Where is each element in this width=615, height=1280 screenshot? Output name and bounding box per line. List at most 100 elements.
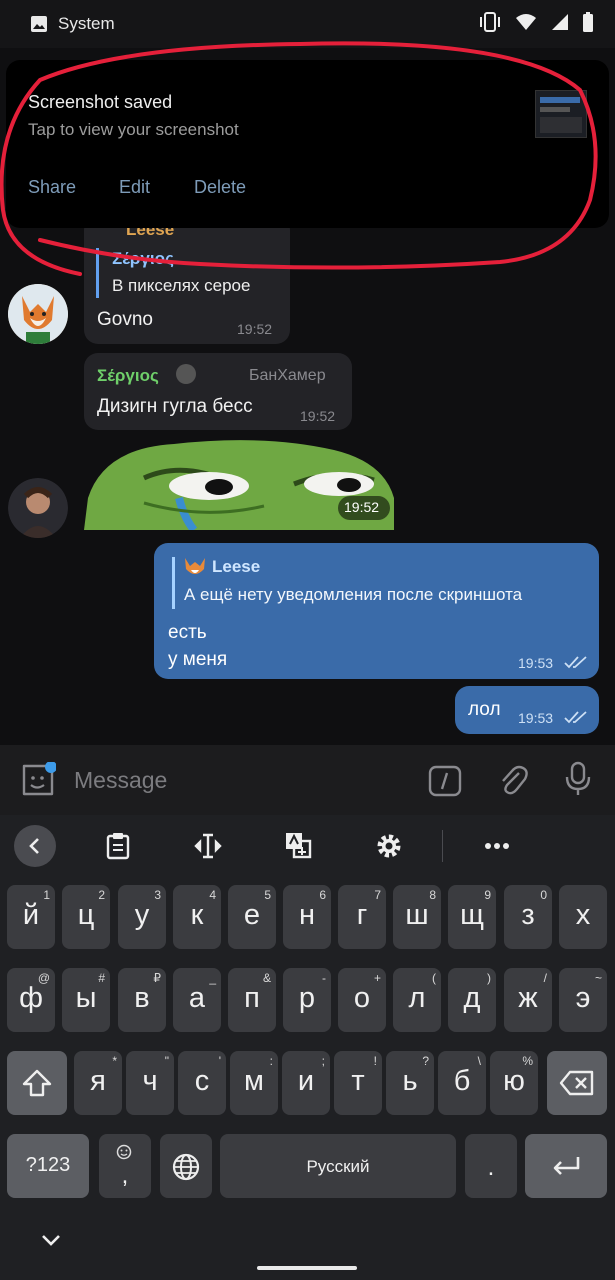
shift-icon <box>22 1069 52 1097</box>
chevron-down-icon[interactable] <box>40 1233 62 1247</box>
share-button[interactable]: Share <box>28 177 76 198</box>
backspace-key[interactable] <box>547 1051 607 1115</box>
battery-icon <box>583 12 593 32</box>
key-э[interactable]: э ~ <box>559 968 607 1032</box>
collapse-toolbar-button[interactable] <box>14 825 56 867</box>
edit-button[interactable]: Edit <box>119 177 150 198</box>
backspace-icon <box>559 1070 594 1096</box>
vibrate-icon <box>480 12 500 32</box>
key-ч[interactable]: ч " <box>126 1051 174 1115</box>
key-н[interactable]: н6 <box>283 885 331 949</box>
message-time: 19:52 <box>300 408 336 424</box>
avatar[interactable] <box>8 284 68 344</box>
enter-icon <box>553 1157 580 1175</box>
keyboard-toolbar <box>0 815 615 877</box>
reply-bar <box>172 557 175 609</box>
symbols-key[interactable]: ?123 <box>7 1134 89 1198</box>
key-я[interactable]: я * <box>74 1051 122 1115</box>
message-time: 19:52 <box>237 321 273 337</box>
message-text: Дизигн гугла бесс <box>97 396 253 417</box>
attach-icon[interactable] <box>497 763 529 797</box>
fox-emoji-icon <box>184 557 206 577</box>
key-ю[interactable]: ю% <box>490 1051 538 1115</box>
keyboard[interactable]: й1 ц2 у3 к4 е5 н6 г7 ш8 щ9 з0 х ф @ ы # в ₽… <box>0 815 615 1280</box>
message-bubble-outgoing[interactable]: лол 19:53 <box>455 686 599 734</box>
key-л[interactable]: л( <box>393 968 441 1032</box>
emoji-icon <box>116 1144 132 1160</box>
key-м[interactable]: м: <box>230 1051 278 1115</box>
message-text-line2: у меня <box>168 649 228 670</box>
message-bubble-outgoing[interactable]: Leese А ещё нету уведомления после скрин… <box>154 543 599 679</box>
status-bar: System <box>0 0 615 48</box>
key-у[interactable]: у3 <box>118 885 166 949</box>
enter-key[interactable] <box>525 1134 607 1198</box>
message-text-line1: есть <box>168 622 207 643</box>
key-б[interactable]: б \ <box>438 1051 486 1115</box>
translate-icon[interactable] <box>284 831 312 859</box>
reply-bar <box>96 248 99 298</box>
message-bubble[interactable]: Leese Σέργιος В пикселях серое Govno 19:… <box>84 216 290 344</box>
key-й[interactable]: й1 <box>7 885 55 949</box>
sticker-emoji-icon[interactable] <box>20 762 56 798</box>
key-р[interactable]: р- <box>283 968 331 1032</box>
key-ш[interactable]: ш8 <box>393 885 441 949</box>
language-key[interactable] <box>160 1134 212 1198</box>
sticker[interactable]: 19:52 <box>84 438 394 530</box>
key-щ[interactable]: щ9 <box>448 885 496 949</box>
microphone-icon[interactable] <box>565 761 591 797</box>
message-time: 19:52 <box>344 499 380 515</box>
clipboard-icon[interactable] <box>106 832 130 860</box>
bot-command-icon[interactable] <box>428 765 462 797</box>
sender-name: Σέργιος <box>97 366 159 385</box>
key-т[interactable]: т! <box>334 1051 382 1115</box>
period-key[interactable]: . <box>465 1134 517 1198</box>
key-д[interactable]: д) <box>448 968 496 1032</box>
key-ы[interactable]: ы # <box>62 968 110 1032</box>
reply-name: Leese <box>212 557 261 576</box>
key-в[interactable]: в ₽ <box>118 968 166 1032</box>
space-key[interactable]: Русский <box>220 1134 456 1198</box>
message-input[interactable]: Message <box>74 767 167 794</box>
screenshot-thumbnail[interactable] <box>535 90 587 138</box>
key-з[interactable]: з0 <box>504 885 552 949</box>
sender-emoji-icon <box>176 364 196 384</box>
message-time: 19:53 <box>518 710 554 726</box>
key-ф[interactable]: ф @ <box>7 968 55 1032</box>
key-о[interactable]: о + <box>338 968 386 1032</box>
key-ь[interactable]: ь? <box>386 1051 434 1115</box>
signal-icon <box>552 14 568 30</box>
key-к[interactable]: к4 <box>173 885 221 949</box>
key-х[interactable]: х <box>559 885 607 949</box>
status-icons <box>479 12 593 32</box>
shift-key[interactable] <box>7 1051 67 1115</box>
reply-text: В пикселях серое <box>112 276 251 295</box>
avatar[interactable] <box>8 478 68 538</box>
message-time: 19:53 <box>518 655 554 671</box>
message-bubble[interactable]: Σέργιος БанХамер Дизигн гугла бесс 19:52 <box>84 353 352 430</box>
key-ж[interactable]: ж / <box>504 968 552 1032</box>
key-ц[interactable]: ц2 <box>62 885 110 949</box>
key-г[interactable]: г7 <box>338 885 386 949</box>
key-и[interactable]: и; <box>282 1051 330 1115</box>
delete-button[interactable]: Delete <box>194 177 246 198</box>
globe-icon <box>172 1153 200 1181</box>
home-indicator[interactable] <box>257 1266 357 1270</box>
emoji-comma-key[interactable]: , <box>99 1134 151 1198</box>
more-icon[interactable] <box>484 842 510 850</box>
wifi-icon <box>516 14 536 30</box>
app-name: System <box>58 14 115 33</box>
message-text: Govno <box>97 309 153 330</box>
message-text: лол <box>468 699 501 720</box>
key-е[interactable]: е5 <box>228 885 276 949</box>
screenshot-notification[interactable]: Screenshot saved Tap to view your screen… <box>6 60 609 228</box>
key-а[interactable]: а _ <box>173 968 221 1032</box>
double-check-icon <box>564 656 587 669</box>
text-cursor-icon[interactable] <box>194 832 222 860</box>
key-п[interactable]: п & <box>228 968 276 1032</box>
reply-name: Σέργιος <box>112 249 174 268</box>
gear-icon[interactable] <box>375 832 403 860</box>
notification-text: Tap to view your screenshot <box>28 120 239 139</box>
key-с[interactable]: с ' <box>178 1051 226 1115</box>
admin-badge: БанХамер <box>249 367 326 384</box>
message-composer[interactable]: Message <box>0 745 615 815</box>
